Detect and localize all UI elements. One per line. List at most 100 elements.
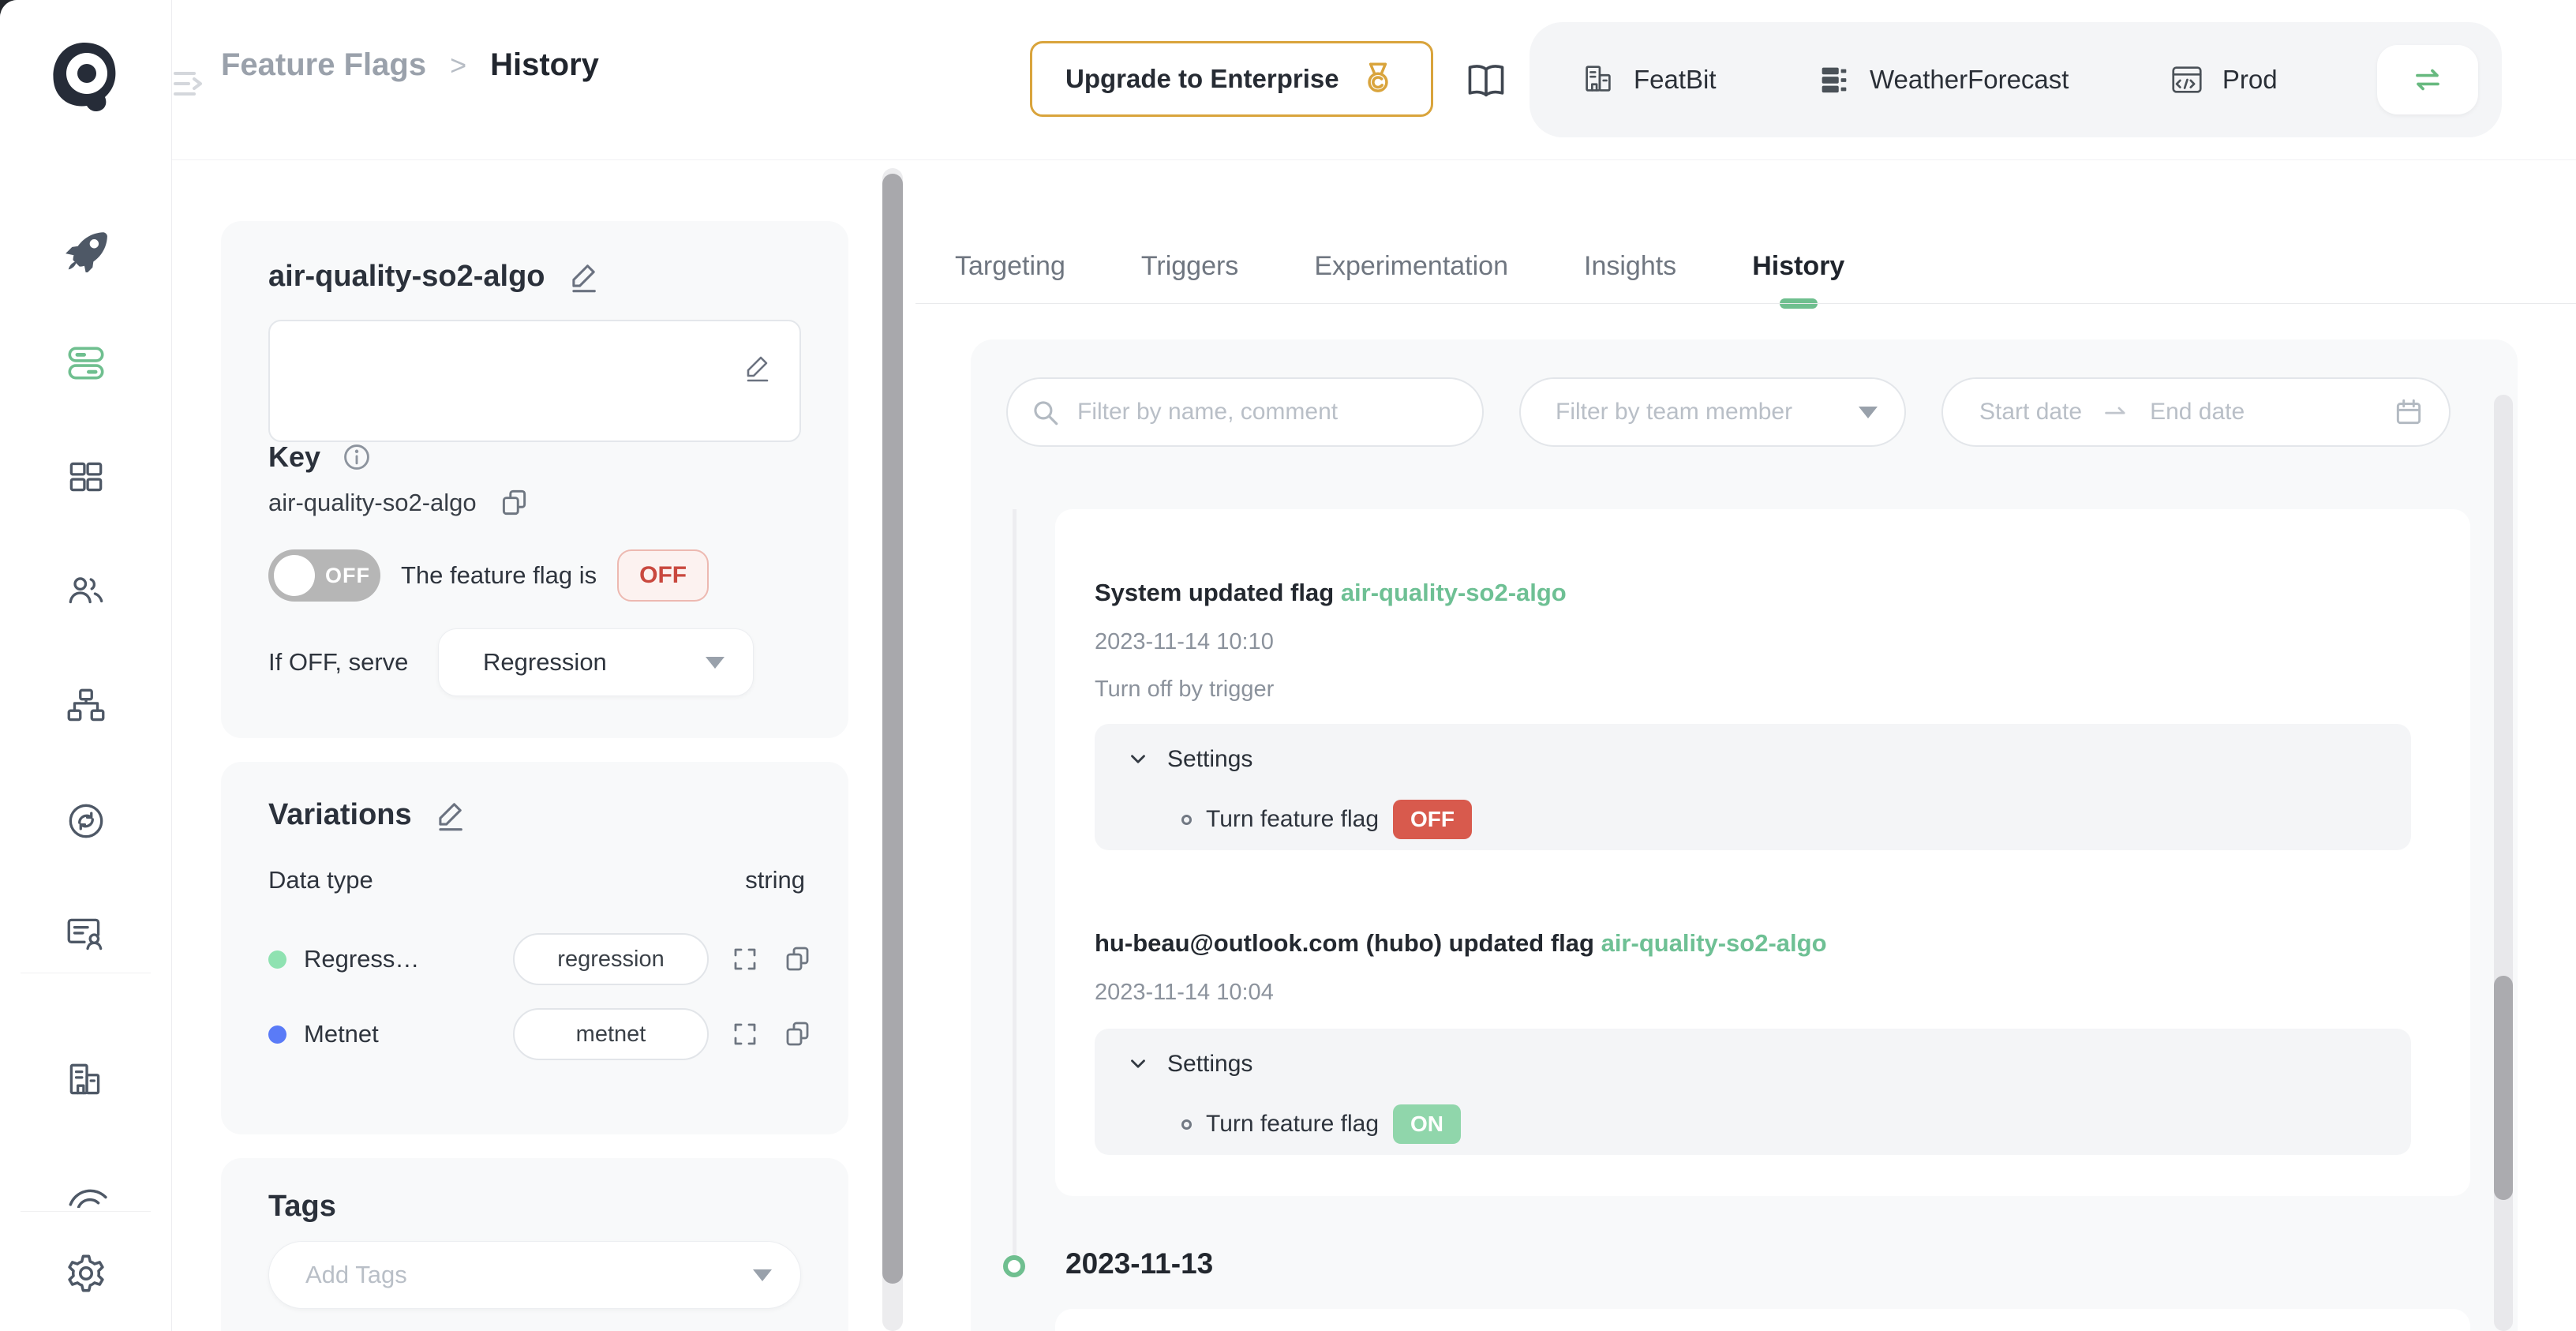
docs-button[interactable]: [1463, 57, 1509, 103]
tags-title: Tags: [268, 1190, 336, 1224]
hierarchy-icon: [63, 684, 109, 729]
environment-selector[interactable]: Prod: [2169, 62, 2278, 98]
history-search-filter[interactable]: [1006, 377, 1484, 447]
panel-scrollbar-thumb[interactable]: [882, 174, 903, 1284]
upgrade-label: Upgrade to Enterprise: [1065, 64, 1339, 94]
tab-targeting[interactable]: Targeting: [955, 229, 1065, 303]
featbit-logo[interactable]: [41, 36, 128, 123]
sidebar-item-audit-log[interactable]: [61, 909, 111, 960]
start-date-placeholder[interactable]: Start date: [1979, 399, 2082, 426]
sidebar-item-dashboard[interactable]: [61, 452, 111, 502]
chevron-down-icon: [753, 1269, 772, 1281]
copy-key-icon[interactable]: [497, 486, 530, 519]
history-day-card-next: [1055, 1309, 2470, 1331]
date-range-filter[interactable]: Start date End date: [1941, 377, 2451, 447]
book-icon: [1463, 57, 1509, 103]
project-icon: [1816, 62, 1852, 98]
flag-status-sentence: The feature flag is: [401, 561, 597, 590]
history-panel: Filter by team member Start date End dat…: [971, 339, 2518, 1331]
flag-key-value: air-quality-so2-algo: [268, 489, 477, 517]
toggle-knob: [274, 555, 315, 596]
change-badge-off: OFF: [1393, 800, 1472, 839]
settings-section-label: Settings: [1167, 746, 1252, 773]
serve-variation-dropdown[interactable]: Regression: [438, 628, 754, 696]
edit-variations-icon[interactable]: [432, 797, 467, 832]
sync-icon: [63, 798, 109, 844]
history-entry-time: 2023-11-14 10:04: [1095, 980, 1274, 1006]
settings-collapse-row[interactable]: Settings: [1126, 1051, 1252, 1078]
medal-icon: [1358, 59, 1398, 99]
tags-card: Tags: [221, 1158, 848, 1331]
timeline-line: [1013, 509, 1017, 1258]
timeline-date-marker: [1003, 1255, 1025, 1277]
bullet-icon: [1181, 815, 1192, 825]
serve-label: If OFF, serve: [268, 648, 438, 677]
bullet-icon: [1181, 1119, 1192, 1130]
flag-link[interactable]: air-quality-so2-algo: [1341, 579, 1567, 606]
history-entry-title: System updated flag air-quality-so2-algo: [1095, 579, 1567, 607]
environment-name: Prod: [2222, 65, 2278, 95]
add-tags-select[interactable]: [268, 1241, 801, 1309]
project-selector[interactable]: WeatherForecast: [1816, 62, 2069, 98]
variation-row: Metnet metnet: [268, 1008, 813, 1060]
environment-icon: [2169, 62, 2205, 98]
edit-flag-name-icon[interactable]: [566, 259, 601, 294]
flag-tabs: Targeting Triggers Experimentation Insig…: [955, 229, 1844, 303]
settings-collapse-row[interactable]: Settings: [1126, 746, 1252, 773]
tab-experimentation[interactable]: Experimentation: [1314, 229, 1508, 303]
flag-description-input[interactable]: [270, 321, 799, 441]
dashboard-grid-icon: [63, 454, 109, 500]
info-icon[interactable]: [341, 441, 373, 473]
variation-name: Regress…: [304, 945, 513, 973]
variations-title: Variations: [268, 798, 412, 832]
expand-icon[interactable]: [729, 943, 761, 975]
flag-summary-card: air-quality-so2-algo Key: [221, 221, 848, 738]
copy-icon[interactable]: [781, 1018, 813, 1050]
breadcrumb-separator: >: [450, 49, 466, 82]
expand-icon[interactable]: [729, 1018, 761, 1050]
sidebar-item-get-started[interactable]: [61, 224, 111, 275]
history-entry-title: hu-beau@outlook.com (hubo) updated flag …: [1095, 929, 1827, 958]
organization-icon: [1580, 62, 1616, 98]
workspace-selector: FeatBit WeatherForecast: [1530, 22, 2502, 137]
sidebar-item-feature-flags[interactable]: [61, 338, 111, 388]
flag-toggle[interactable]: OFF: [268, 549, 380, 602]
change-label: Turn feature flag: [1206, 1111, 1379, 1138]
collapse-sidebar-icon[interactable]: [167, 62, 212, 106]
sidebar-item-organization[interactable]: [61, 1055, 111, 1106]
flag-name: air-quality-so2-algo: [268, 260, 545, 294]
tab-insights[interactable]: Insights: [1584, 229, 1676, 303]
search-icon: [1028, 396, 1061, 429]
project-name: WeatherForecast: [1870, 65, 2069, 95]
settings-gear-icon: [63, 1250, 109, 1296]
tab-history[interactable]: History: [1752, 229, 1844, 303]
flag-status-badge: OFF: [617, 549, 709, 602]
sidebar-item-settings[interactable]: [61, 1248, 111, 1299]
history-entry-details: Settings Turn feature flag ON: [1095, 1029, 2411, 1155]
upgrade-enterprise-button[interactable]: Upgrade to Enterprise: [1030, 41, 1433, 117]
organization-selector[interactable]: FeatBit: [1580, 62, 1717, 98]
end-date-placeholder[interactable]: End date: [2150, 399, 2392, 426]
copy-icon[interactable]: [781, 943, 813, 975]
flag-link[interactable]: air-quality-so2-algo: [1601, 929, 1827, 957]
variation-value: regression: [513, 933, 709, 985]
relay-arcs-icon: [63, 1162, 109, 1208]
breadcrumb-section[interactable]: Feature Flags: [221, 47, 426, 83]
key-label: Key: [268, 441, 320, 474]
history-scrollbar-thumb[interactable]: [2494, 976, 2513, 1200]
team-member-filter[interactable]: Filter by team member: [1519, 377, 1906, 447]
add-tags-input[interactable]: [305, 1261, 753, 1289]
sidebar-item-segments[interactable]: [61, 681, 111, 732]
search-input[interactable]: [1077, 399, 1458, 426]
history-entry-comment: Turn off by trigger: [1095, 677, 1274, 703]
audit-card-icon: [63, 912, 109, 958]
tab-triggers[interactable]: Triggers: [1141, 229, 1238, 303]
sidebar-item-users[interactable]: [61, 566, 111, 617]
feature-flags-toggles-icon: [63, 340, 109, 386]
edit-description-icon[interactable]: [741, 351, 773, 383]
sidebar-item-sync[interactable]: [61, 796, 111, 846]
sidebar-divider-bottom: [21, 1211, 151, 1212]
sidebar-item-relay-proxy[interactable]: [61, 1162, 111, 1211]
timeline-date-header: 2023-11-13: [1065, 1247, 1213, 1280]
switch-workspace-button[interactable]: [2377, 45, 2478, 114]
